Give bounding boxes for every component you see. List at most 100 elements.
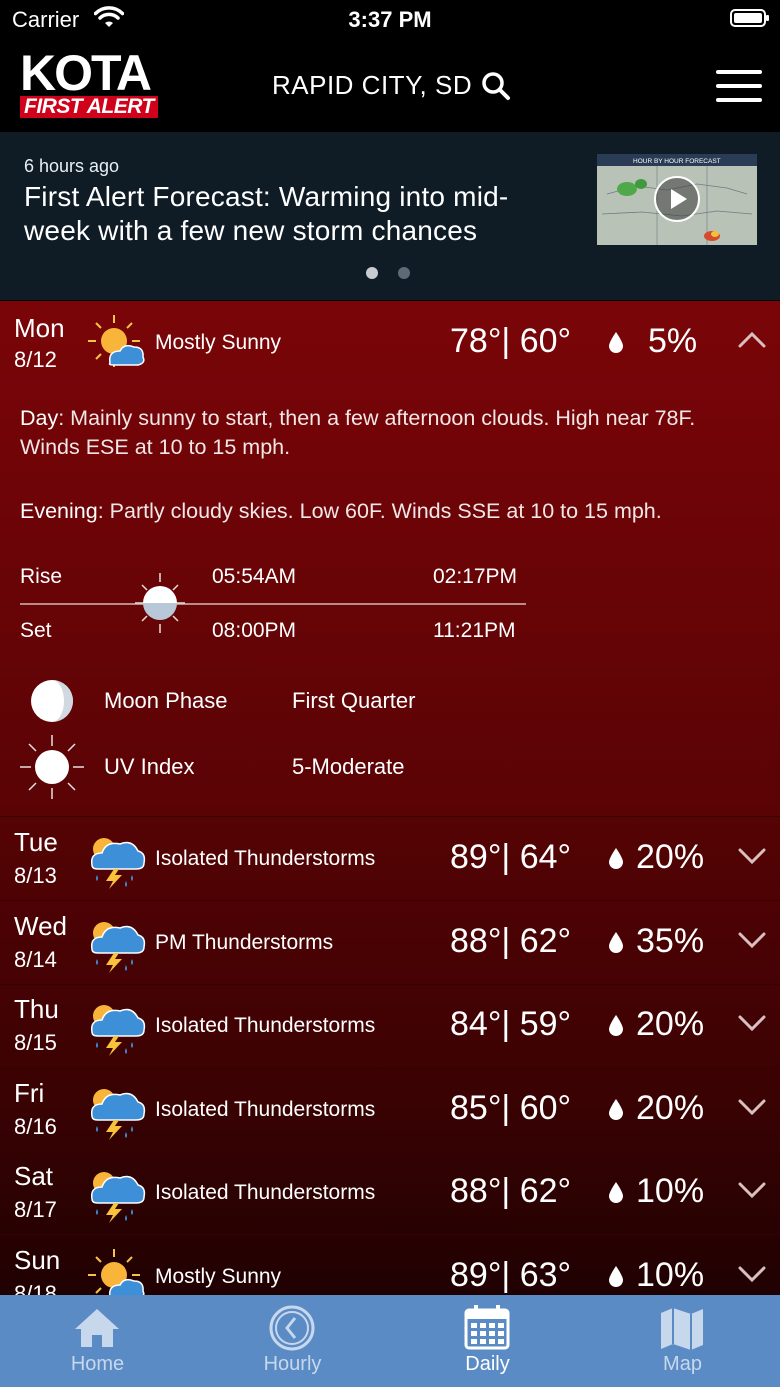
carousel-dot-active[interactable]: [366, 267, 378, 279]
evening-forecast-text: Evening: Partly cloudy skies. Low 60F. W…: [20, 497, 750, 526]
thunderstorm-icon: [86, 913, 146, 973]
partly-sunny-icon: [86, 313, 146, 373]
moon-phase-value: First Quarter: [292, 688, 416, 713]
chevron-down-icon[interactable]: [738, 1098, 766, 1121]
raindrop-icon: [608, 1014, 624, 1041]
horizon-line: [20, 603, 526, 605]
chevron-down-icon[interactable]: [738, 1265, 766, 1288]
daily-forecast-list[interactable]: Mon 8/12 Mostly Sunny 78°| 60° 5% Day: M…: [0, 301, 780, 1319]
moon-phase-label: Moon Phase: [104, 688, 228, 713]
thumb-title: HOUR BY HOUR FORECAST: [633, 158, 721, 165]
expanded-day-card[interactable]: Mon 8/12 Mostly Sunny 78°| 60° 5% Day: M…: [0, 301, 780, 817]
precip-chance: 10%: [636, 1172, 705, 1210]
chevron-down-icon[interactable]: [738, 931, 766, 954]
sunset-time: 08:00PM: [212, 619, 297, 642]
day-name: Sun: [14, 1244, 61, 1275]
day-name: Fri: [14, 1077, 45, 1108]
precip-chance: 35%: [636, 921, 705, 960]
high-low-temps: 78°| 60°: [450, 322, 572, 360]
logo-first-alert-text: FIRST ALERT: [20, 96, 158, 118]
day-date: 8/17: [14, 1197, 57, 1222]
search-icon[interactable]: [481, 71, 511, 106]
day-name: Sat: [14, 1161, 54, 1191]
tab-daily[interactable]: Daily: [390, 1295, 585, 1387]
uv-sun-icon: [18, 733, 86, 806]
precip-chance: 20%: [636, 1005, 705, 1043]
chevron-down-icon[interactable]: [738, 1181, 766, 1204]
tab-hourly[interactable]: Hourly: [195, 1295, 390, 1387]
condition-text: PM Thunderstorms: [155, 930, 334, 954]
day-date: 8/15: [14, 1030, 57, 1055]
high-low-temps: 89°| 64°: [450, 838, 572, 876]
high-low-temps: 89°| 63°: [450, 1255, 572, 1294]
status-bar: Carrier 3:37 PM: [0, 0, 780, 40]
day-row-wed[interactable]: Wed 8/14 PM Thunderstorms 88°| 62° 35%: [0, 901, 780, 985]
chevron-down-icon[interactable]: [738, 1014, 766, 1037]
day-name: Mon: [14, 313, 65, 343]
raindrop-icon: [608, 931, 624, 958]
tab-map-label: Map: [663, 1353, 702, 1375]
clock-icon: [267, 1305, 317, 1351]
high-low-temps: 88°| 62°: [450, 1172, 572, 1210]
news-video-thumbnail[interactable]: HOUR BY HOUR FORECAST: [597, 154, 757, 245]
thunderstorm-icon: [86, 996, 146, 1056]
news-headline[interactable]: First Alert Forecast: Warming into mid-w…: [24, 180, 569, 248]
day-date: 8/13: [14, 863, 57, 888]
condition-text: Isolated Thunderstorms: [155, 1014, 376, 1037]
day-date: 8/14: [14, 946, 57, 972]
tab-hourly-label: Hourly: [263, 1353, 322, 1375]
precip-chance: 20%: [636, 838, 705, 876]
carousel-page-dots[interactable]: [366, 266, 430, 284]
day-row-sat[interactable]: Sat 8/17 Isolated Thunderstorms 88°| 62° 10%: [0, 1151, 780, 1235]
condition-text: Isolated Thunderstorms: [155, 1181, 376, 1204]
thunderstorm-icon: [86, 829, 146, 889]
home-icon: [72, 1305, 122, 1351]
day-label: Day: [20, 406, 59, 430]
uv-index-label: UV Index: [104, 754, 195, 779]
day-row-mon[interactable]: Mon 8/12 Mostly Sunny 78°| 60° 5%: [0, 301, 780, 384]
kota-first-alert-logo[interactable]: KOTA FIRST ALERT: [20, 48, 188, 120]
condition-text: Isolated Thunderstorms: [155, 1097, 376, 1121]
chevron-up-icon[interactable]: [738, 331, 766, 354]
battery-icon: [730, 9, 769, 27]
thunderstorm-icon: [86, 1080, 146, 1140]
raindrop-icon: [608, 847, 624, 874]
set-label: Set: [20, 619, 52, 642]
chevron-down-icon[interactable]: [738, 847, 766, 870]
day-row-fri[interactable]: Fri 8/16 Isolated Thunderstorms 85°| 60° 20%: [0, 1068, 780, 1152]
high-low-temps: 85°| 60°: [450, 1088, 572, 1127]
logo-kota-text: KOTA: [20, 45, 152, 101]
day-row-tue[interactable]: Tue 8/13 Isolated Thunderstorms 89°| 64° 20%: [0, 817, 780, 901]
evening-label: Evening: [20, 499, 98, 523]
sunrise-time: 05:54AM: [212, 565, 297, 588]
evening-description: : Partly cloudy skies. Low 60F. Winds SS…: [97, 499, 662, 523]
raindrop-icon: [608, 1181, 624, 1208]
thunderstorm-icon: [86, 1163, 146, 1223]
raindrop-icon: [608, 331, 624, 358]
hamburger-menu-icon[interactable]: [716, 70, 762, 102]
tab-map[interactable]: Map: [585, 1295, 780, 1387]
day-description: : Mainly sunny to start, then a few afte…: [20, 406, 696, 459]
moon-horizon-icon: [374, 583, 414, 632]
location-label[interactable]: RAPID CITY, SD: [272, 70, 472, 101]
day-row-thu[interactable]: Thu 8/15 Isolated Thunderstorms 84°| 59° 20%: [0, 984, 780, 1068]
tab-home[interactable]: Home: [0, 1295, 195, 1387]
app-header: KOTA FIRST ALERT RAPID CITY, SD: [0, 40, 780, 132]
tab-daily-label: Daily: [465, 1353, 510, 1375]
uv-index-value: 5-Moderate: [292, 754, 405, 779]
calendar-icon: [462, 1305, 512, 1351]
high-low-temps: 84°| 59°: [450, 1005, 572, 1043]
day-date: 8/16: [14, 1113, 57, 1139]
day-name: Tue: [14, 827, 58, 857]
carousel-dot[interactable]: [398, 267, 410, 279]
precip-chance: 20%: [636, 1088, 705, 1127]
news-timestamp: 6 hours ago: [24, 156, 120, 176]
news-carousel[interactable]: 6 hours ago First Alert Forecast: Warmin…: [0, 132, 780, 300]
day-name: Wed: [14, 910, 67, 941]
clock-time: 3:37 PM: [348, 7, 432, 32]
moonrise-time: 02:17PM: [433, 565, 518, 588]
precip-chance: 5%: [648, 322, 698, 360]
condition-text: Mostly Sunny: [155, 1264, 282, 1288]
sun-horizon-icon: [132, 573, 188, 638]
condition-text: Mostly Sunny: [155, 331, 282, 354]
